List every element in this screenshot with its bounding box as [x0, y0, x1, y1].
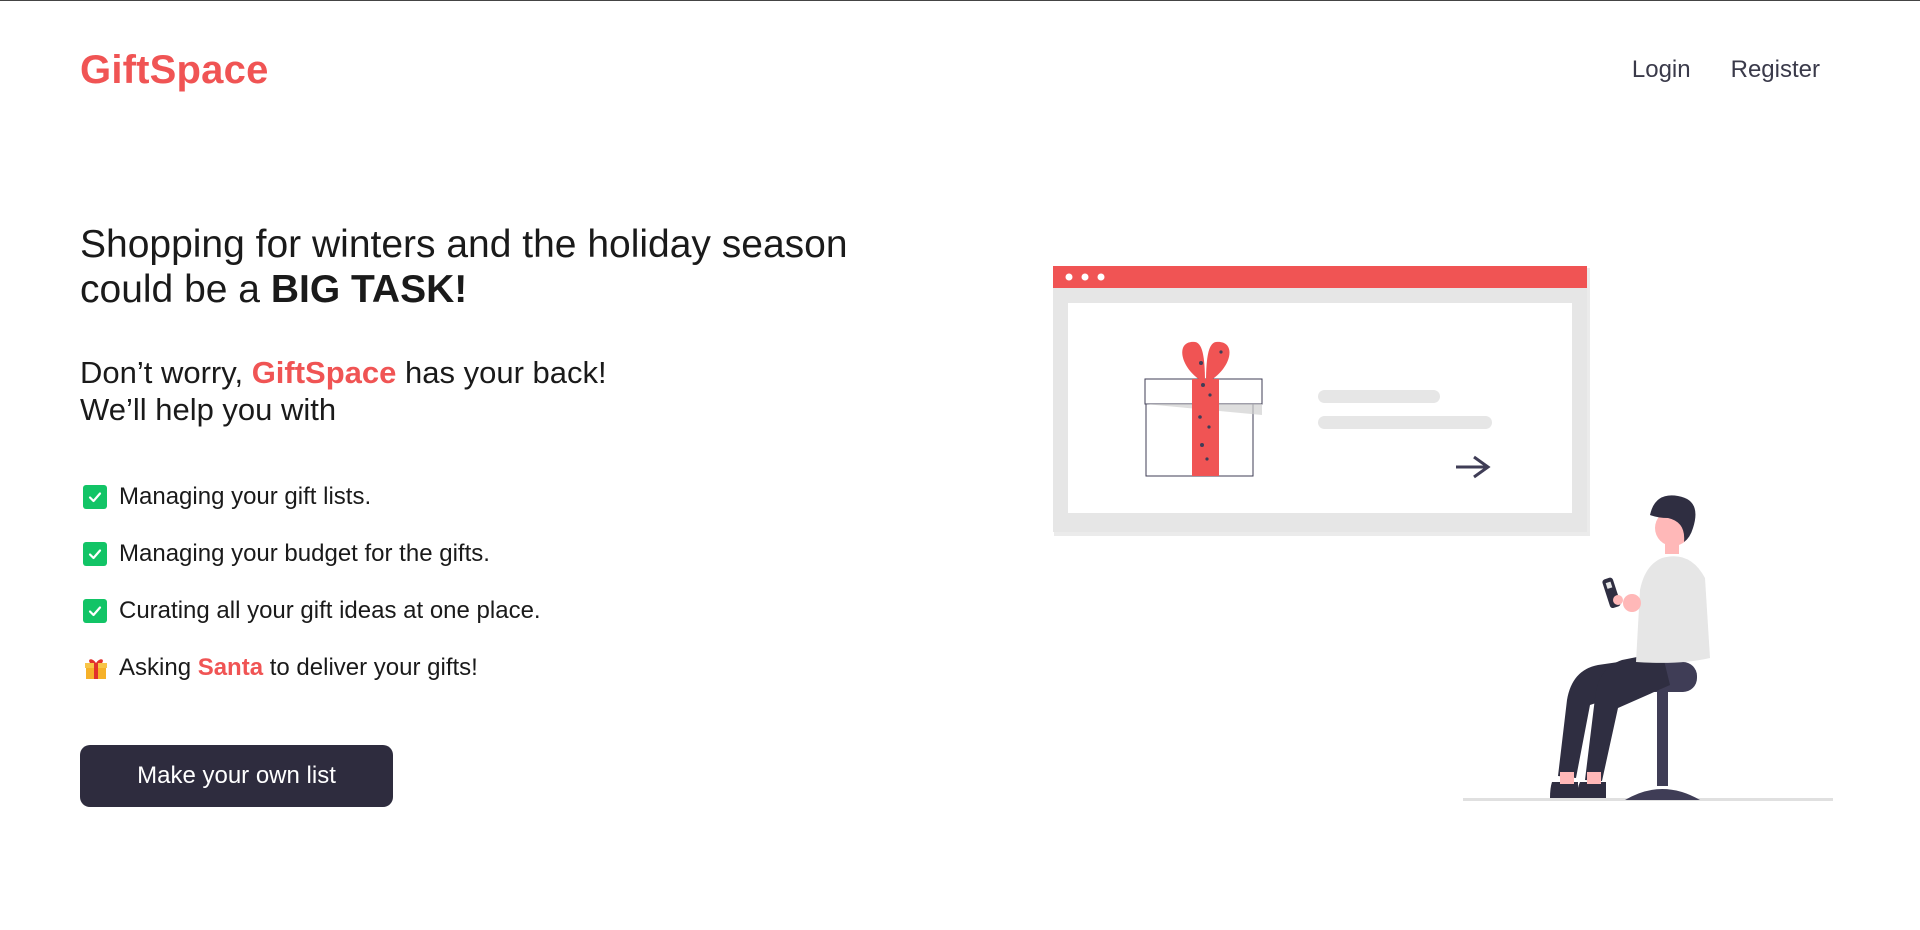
- gift-icon: [83, 655, 109, 681]
- hero-illustration: [1053, 266, 1833, 801]
- feature-text: Curating all your gift ideas at one plac…: [119, 596, 541, 624]
- check-icon: [83, 484, 107, 509]
- check-icon: [83, 541, 107, 566]
- browser-window-illustration: [1053, 266, 1590, 536]
- site-header: GiftSpace Login Register: [0, 0, 1920, 140]
- feature-text: Managing your budget for the gifts.: [119, 539, 490, 567]
- subtitle-prefix: Don’t worry,: [80, 355, 252, 390]
- hero-subtitle: Don’t worry, GiftSpace has your back! We…: [80, 354, 940, 428]
- santa-suffix: to deliver your gifts!: [263, 653, 478, 681]
- santa-highlight: Santa: [197, 653, 264, 681]
- person-illustration: [1463, 495, 1833, 801]
- subtitle-suffix: has your back!: [396, 355, 607, 390]
- feature-list: Managing your gift lists. Managing your …: [80, 468, 940, 696]
- hero-section: Shopping for winters and the holiday sea…: [80, 222, 940, 696]
- subtitle-line2: We’ll help you with: [80, 392, 337, 427]
- feature-text: Managing your gift lists.: [119, 482, 372, 510]
- subtitle-brand: GiftSpace: [251, 355, 397, 390]
- headline-emphasis: BIG TASK!: [270, 268, 468, 311]
- hero-headline: Shopping for winters and the holiday sea…: [80, 222, 940, 312]
- login-link[interactable]: Login: [1632, 56, 1691, 84]
- headline-line1: Shopping for winters and the holiday sea…: [80, 223, 848, 266]
- make-list-button[interactable]: Make your own list: [80, 745, 393, 807]
- headline-line2-prefix: could be a: [80, 268, 271, 311]
- feature-item: Managing your budget for the gifts.: [80, 525, 940, 582]
- feature-item: Curating all your gift ideas at one plac…: [80, 582, 940, 639]
- logo[interactable]: GiftSpace: [80, 48, 269, 93]
- santa-prefix: Asking: [119, 653, 198, 681]
- top-nav: Login Register: [1632, 56, 1820, 84]
- feature-item-santa: Asking Santa to deliver your gifts!: [80, 639, 940, 696]
- register-link[interactable]: Register: [1731, 56, 1820, 84]
- feature-item: Managing your gift lists.: [80, 468, 940, 525]
- check-icon: [83, 598, 107, 623]
